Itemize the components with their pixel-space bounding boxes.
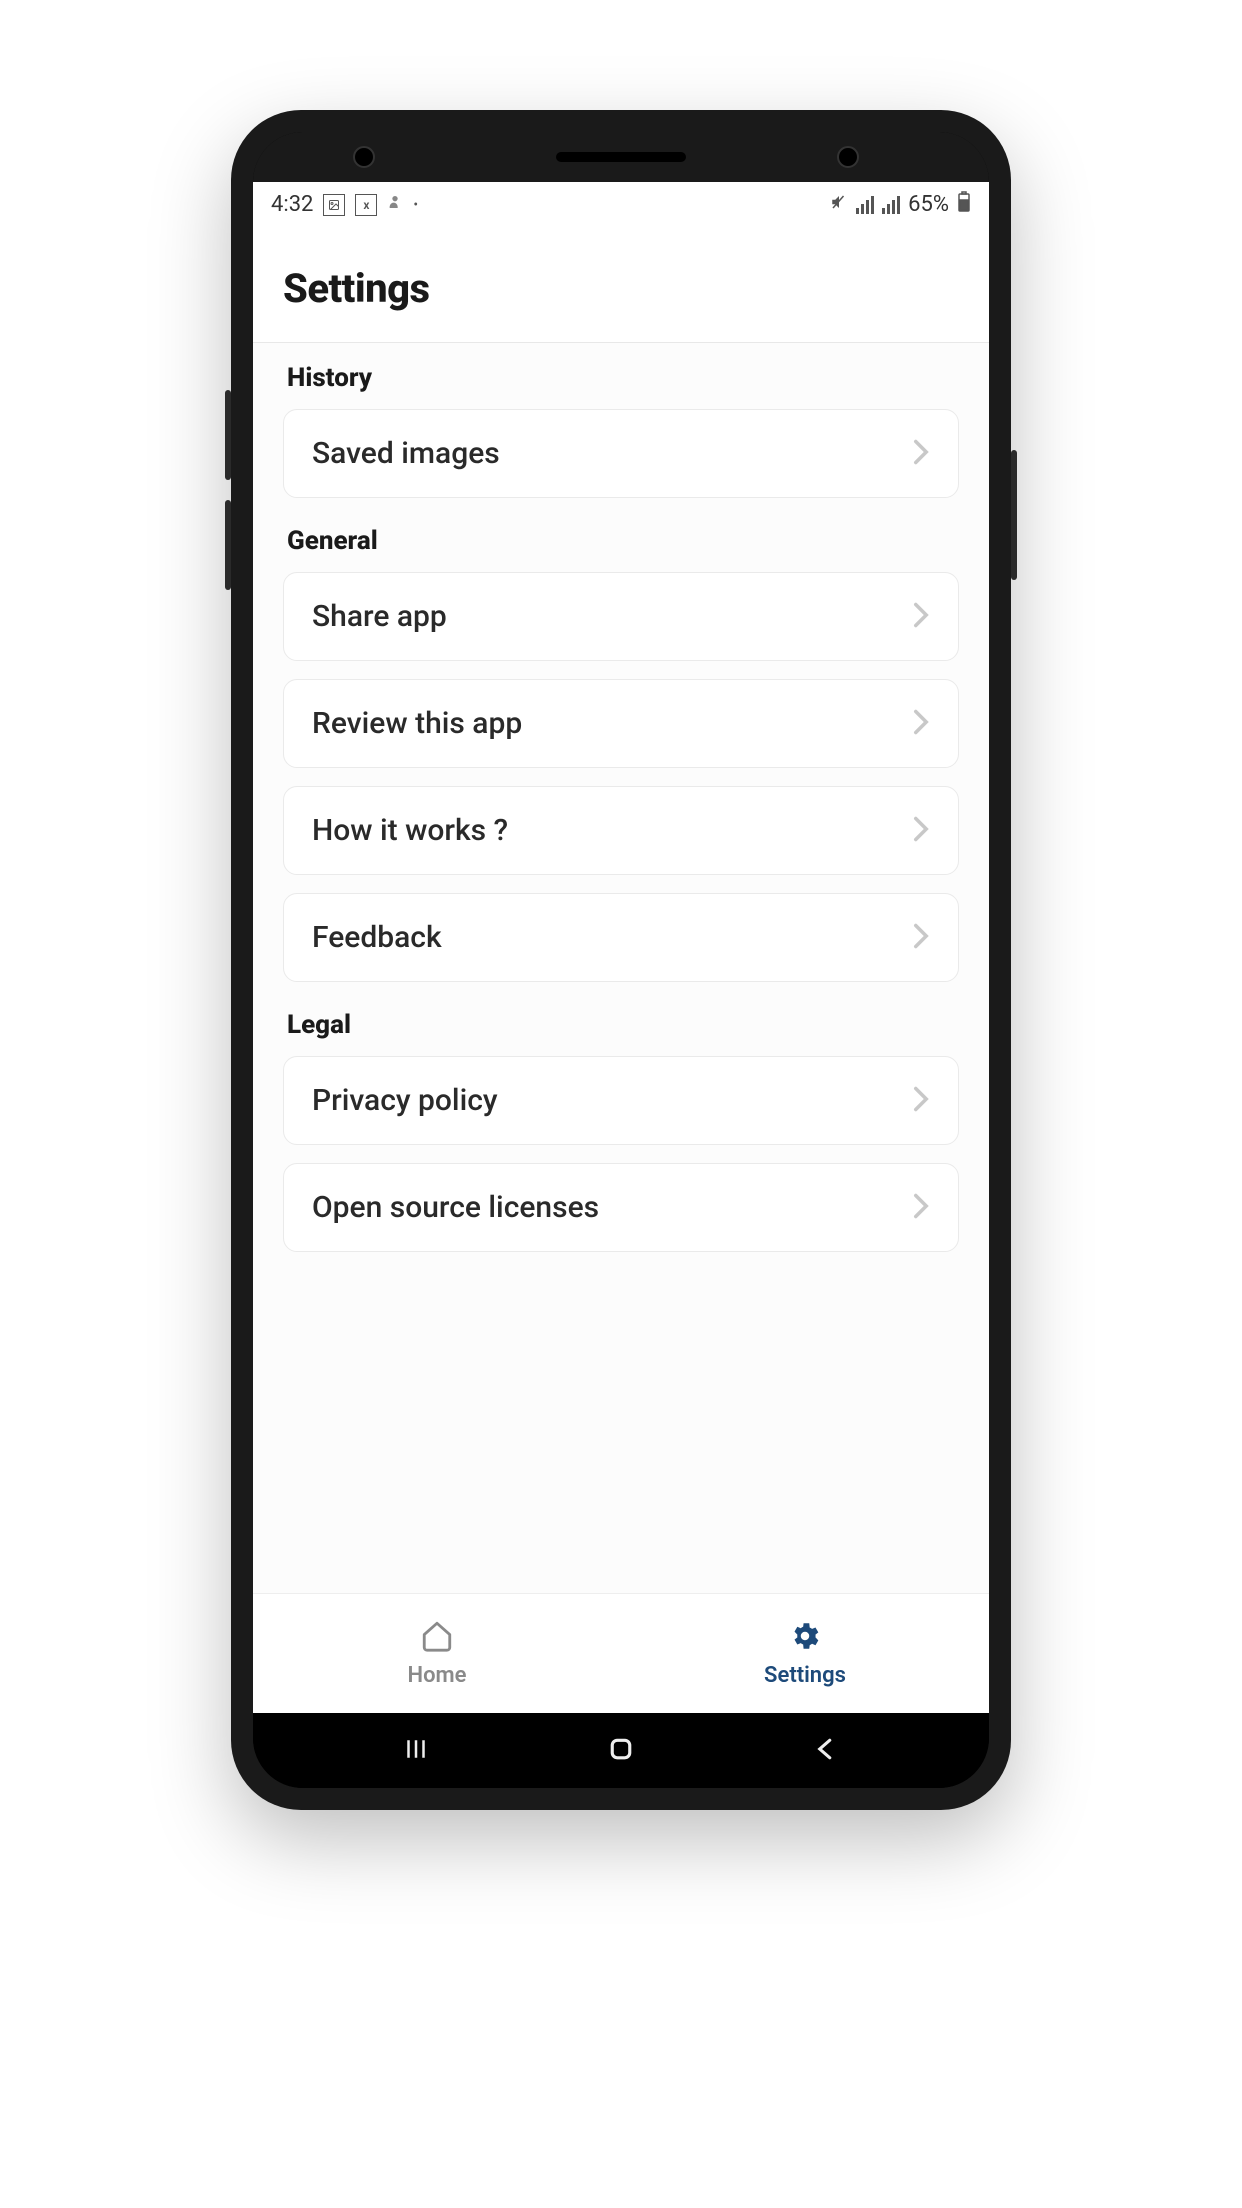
review-app-item[interactable]: Review this app	[283, 679, 959, 768]
feedback-item[interactable]: Feedback	[283, 893, 959, 982]
nav-home[interactable]: Home	[253, 1594, 621, 1713]
chevron-right-icon	[912, 1085, 930, 1117]
share-app-item[interactable]: Share app	[283, 572, 959, 661]
phone-frame: 4:32 x • 65%	[231, 110, 1011, 1810]
status-time: 4:32	[271, 192, 313, 217]
mute-icon	[830, 192, 848, 217]
back-button[interactable]	[811, 1734, 841, 1768]
battery-percent: 65%	[908, 192, 949, 217]
sensor-dot-icon	[837, 146, 859, 168]
status-bar: 4:32 x • 65%	[253, 182, 989, 227]
gear-icon	[788, 1619, 822, 1657]
saved-images-item[interactable]: Saved images	[283, 409, 959, 498]
power-button	[1011, 450, 1017, 580]
volume-up-button	[225, 390, 231, 480]
saved-images-label: Saved images	[312, 436, 500, 471]
speaker-icon	[556, 152, 686, 162]
review-app-label: Review this app	[312, 706, 522, 741]
section-title-legal: Legal	[283, 1010, 959, 1040]
app-content: Settings History Saved images General	[253, 227, 989, 1713]
status-left: 4:32 x •	[271, 192, 418, 217]
system-nav	[253, 1713, 989, 1788]
how-it-works-item[interactable]: How it works ?	[283, 786, 959, 875]
page-header: Settings	[253, 227, 989, 343]
section-title-history: History	[283, 363, 959, 393]
nav-home-label: Home	[408, 1663, 467, 1688]
notification-icon: x	[355, 194, 377, 216]
chevron-right-icon	[912, 815, 930, 847]
phone-screen: 4:32 x • 65%	[253, 132, 989, 1788]
section-general: General Share app Review this app	[283, 526, 959, 982]
nav-settings[interactable]: Settings	[621, 1594, 989, 1713]
home-button[interactable]	[606, 1734, 636, 1768]
image-icon	[323, 194, 345, 216]
front-camera-icon	[353, 146, 375, 168]
person-icon	[387, 193, 403, 216]
section-title-general: General	[283, 526, 959, 556]
chevron-right-icon	[912, 438, 930, 470]
open-source-licenses-item[interactable]: Open source licenses	[283, 1163, 959, 1252]
chevron-right-icon	[912, 1192, 930, 1224]
chevron-right-icon	[912, 601, 930, 633]
section-history: History Saved images	[283, 363, 959, 498]
settings-body: History Saved images General Share app	[253, 343, 989, 1593]
chevron-right-icon	[912, 922, 930, 954]
sensor-bar	[253, 132, 989, 182]
dot-icon: •	[413, 197, 418, 213]
signal-icon-2	[882, 196, 900, 214]
battery-icon	[957, 191, 971, 219]
share-app-label: Share app	[312, 599, 447, 634]
signal-icon	[856, 196, 874, 214]
home-icon	[420, 1619, 454, 1657]
status-right: 65%	[830, 191, 971, 219]
nav-settings-label: Settings	[764, 1663, 846, 1688]
how-it-works-label: How it works ?	[312, 813, 508, 848]
section-legal: Legal Privacy policy Open source license…	[283, 1010, 959, 1252]
privacy-policy-item[interactable]: Privacy policy	[283, 1056, 959, 1145]
chevron-right-icon	[912, 708, 930, 740]
privacy-policy-label: Privacy policy	[312, 1083, 498, 1118]
feedback-label: Feedback	[312, 920, 442, 955]
recent-apps-button[interactable]	[401, 1734, 431, 1768]
volume-down-button	[225, 500, 231, 590]
page-title: Settings	[283, 265, 959, 312]
bottom-nav: Home Settings	[253, 1593, 989, 1713]
open-source-licenses-label: Open source licenses	[312, 1190, 599, 1225]
